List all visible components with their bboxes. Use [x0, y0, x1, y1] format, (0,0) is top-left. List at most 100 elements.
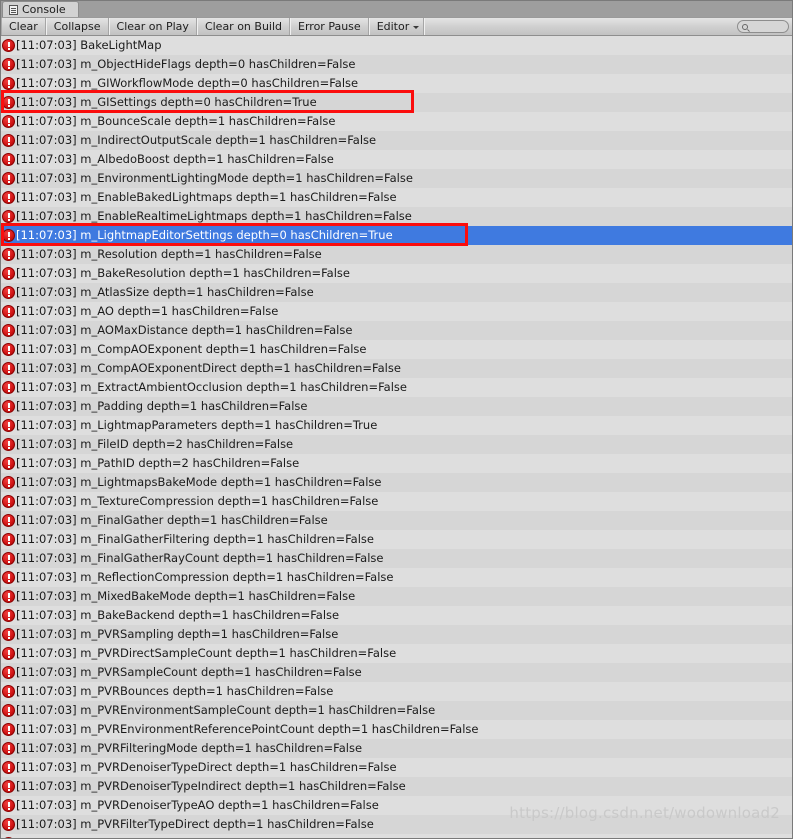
log-entry-text: [11:07:03] m_PVRDirectSampleCount depth=…: [16, 646, 397, 660]
log-entry[interactable]: [11:07:03] m_AtlasSize depth=1 hasChildr…: [1, 283, 792, 302]
log-entry-text: [11:07:03] m_PVREnvironmentReferencePoin…: [16, 722, 479, 736]
log-entry[interactable]: [11:07:03] m_BakeBackend depth=1 hasChil…: [1, 606, 792, 625]
log-entry[interactable]: [11:07:03] m_PVRFilteringMode depth=1 ha…: [1, 739, 792, 758]
error-icon: [2, 323, 15, 337]
log-entry[interactable]: [11:07:03] m_FinalGatherRayCount depth=1…: [1, 549, 792, 568]
log-entry[interactable]: [11:07:03] m_LightmapEditorSettings dept…: [1, 226, 792, 245]
log-entry[interactable]: [11:07:03] m_PVRDenoiserTypeIndirect dep…: [1, 777, 792, 796]
log-entry[interactable]: [11:07:03] m_PVRDirectSampleCount depth=…: [1, 644, 792, 663]
log-entry[interactable]: [11:07:03] m_EnableRealtimeLightmaps dep…: [1, 207, 792, 226]
log-entry[interactable]: [11:07:03] m_TextureCompression depth=1 …: [1, 492, 792, 511]
log-entry[interactable]: [11:07:03] m_BounceScale depth=1 hasChil…: [1, 112, 792, 131]
log-entry[interactable]: [11:07:03] m_LightmapParameters depth=1 …: [1, 416, 792, 435]
log-entry[interactable]: [11:07:03] m_FinalGatherFiltering depth=…: [1, 530, 792, 549]
log-entry[interactable]: [11:07:03] m_ExtractAmbientOcclusion dep…: [1, 378, 792, 397]
log-entry[interactable]: [11:07:03] m_EnableBakedLightmaps depth=…: [1, 188, 792, 207]
log-entry-text: [11:07:03] m_MixedBakeMode depth=1 hasCh…: [16, 589, 356, 603]
log-entry[interactable]: [11:07:03] m_EnvironmentLightingMode dep…: [1, 169, 792, 188]
clear-button[interactable]: Clear: [1, 18, 46, 35]
error-icon: [2, 836, 15, 838]
log-entry-text: [11:07:03] m_Resolution depth=1 hasChild…: [16, 247, 322, 261]
log-entry-text: [11:07:03] m_FinalGatherFiltering depth=…: [16, 532, 374, 546]
console-toolbar: Clear Collapse Clear on Play Clear on Bu…: [1, 17, 792, 36]
error-icon: [2, 722, 15, 736]
error-icon: [2, 380, 15, 394]
error-icon: [2, 627, 15, 641]
log-entry-text: [11:07:03] m_PVRBounces depth=1 hasChild…: [16, 684, 334, 698]
log-entry-text: [11:07:03] m_PVRSampleCount depth=1 hasC…: [16, 665, 362, 679]
clear-on-build-button[interactable]: Clear on Build: [196, 18, 291, 35]
log-entry[interactable]: [11:07:03] m_AOMaxDistance depth=1 hasCh…: [1, 321, 792, 340]
log-entry-text: [11:07:03] m_FinalGather depth=1 hasChil…: [16, 513, 328, 527]
error-icon: [2, 760, 15, 774]
log-entry[interactable]: [11:07:03] m_PVRBounces depth=1 hasChild…: [1, 682, 792, 701]
log-entry-text: [11:07:03] m_AtlasSize depth=1 hasChildr…: [16, 285, 314, 299]
log-entry[interactable]: [11:07:03] m_ObjectHideFlags depth=0 has…: [1, 55, 792, 74]
log-entry-text: [11:07:03] m_PVRSampling depth=1 hasChil…: [16, 627, 339, 641]
log-entry-text: [11:07:03] m_AOMaxDistance depth=1 hasCh…: [16, 323, 353, 337]
error-icon: [2, 456, 15, 470]
error-pause-button[interactable]: Error Pause: [290, 18, 369, 35]
log-entry-text: [11:07:03] m_PathID depth=2 hasChildren=…: [16, 456, 300, 470]
log-entry-text: [11:07:03] m_EnableBakedLightmaps depth=…: [16, 190, 397, 204]
log-entry[interactable]: [11:07:03] m_MixedBakeMode depth=1 hasCh…: [1, 587, 792, 606]
log-entry[interactable]: [11:07:03] m_PVREnvironmentReferencePoin…: [1, 720, 792, 739]
log-entry[interactable]: [11:07:03] m_BakeResolution depth=1 hasC…: [1, 264, 792, 283]
error-icon: [2, 57, 15, 71]
log-entry-text: [11:07:03] m_PVRDenoiserTypeDirect depth…: [16, 760, 397, 774]
collapse-button[interactable]: Collapse: [45, 18, 109, 35]
log-entry[interactable]: [11:07:03] BakeLightMap: [1, 36, 792, 55]
console-icon: [9, 4, 18, 15]
error-icon: [2, 38, 15, 52]
watermark: https://blog.csdn.net/wodownload2: [509, 804, 780, 822]
search-icon: [742, 23, 748, 30]
log-entry-text: [11:07:03] m_TextureCompression depth=1 …: [16, 494, 379, 508]
log-entry[interactable]: [11:07:03] m_PVREnvironmentSampleCount d…: [1, 701, 792, 720]
error-icon: [2, 513, 15, 527]
log-entry[interactable]: [11:07:03] m_Resolution depth=1 hasChild…: [1, 245, 792, 264]
log-entry-text: [11:07:03] m_GISettings depth=0 hasChild…: [16, 95, 317, 109]
log-entry[interactable]: [11:07:03] m_PVRDenoiserTypeDirect depth…: [1, 758, 792, 777]
error-icon: [2, 741, 15, 755]
error-icon: [2, 494, 15, 508]
error-icon: [2, 779, 15, 793]
error-icon: [2, 532, 15, 546]
error-icon: [2, 76, 15, 90]
log-entry-text: [11:07:03] m_IndirectOutputScale depth=1…: [16, 133, 377, 147]
log-entry[interactable]: [11:07:03] m_PVRFilterTypeIndirect depth…: [1, 834, 792, 838]
tab-console[interactable]: Console: [2, 1, 79, 17]
log-entry[interactable]: [11:07:03] m_Padding depth=1 hasChildren…: [1, 397, 792, 416]
log-entry[interactable]: [11:07:03] m_LightmapsBakeMode depth=1 h…: [1, 473, 792, 492]
log-entry[interactable]: [11:07:03] m_CompAOExponent depth=1 hasC…: [1, 340, 792, 359]
log-entry[interactable]: [11:07:03] m_AO depth=1 hasChildren=Fals…: [1, 302, 792, 321]
log-entry[interactable]: [11:07:03] m_GIWorkflowMode depth=0 hasC…: [1, 74, 792, 93]
log-entry[interactable]: [11:07:03] m_FinalGather depth=1 hasChil…: [1, 511, 792, 530]
log-entry-text: [11:07:03] m_PVREnvironmentSampleCount d…: [16, 703, 436, 717]
log-entry[interactable]: [11:07:03] m_GISettings depth=0 hasChild…: [1, 93, 792, 112]
search-area: [737, 18, 792, 35]
log-entry[interactable]: [11:07:03] m_CompAOExponentDirect depth=…: [1, 359, 792, 378]
search-input[interactable]: [748, 21, 782, 32]
log-entry[interactable]: [11:07:03] m_PVRSampleCount depth=1 hasC…: [1, 663, 792, 682]
log-entry[interactable]: [11:07:03] m_PathID depth=2 hasChildren=…: [1, 454, 792, 473]
editor-dropdown-button[interactable]: Editor: [368, 18, 425, 35]
error-icon: [2, 646, 15, 660]
search-box[interactable]: [737, 20, 789, 33]
log-entry[interactable]: [11:07:03] m_ReflectionCompression depth…: [1, 568, 792, 587]
log-entry[interactable]: [11:07:03] m_IndirectOutputScale depth=1…: [1, 131, 792, 150]
log-entry-text: [11:07:03] m_FinalGatherRayCount depth=1…: [16, 551, 384, 565]
error-icon: [2, 133, 15, 147]
clear-on-play-button[interactable]: Clear on Play: [108, 18, 197, 35]
log-entry[interactable]: [11:07:03] m_PVRSampling depth=1 hasChil…: [1, 625, 792, 644]
log-entry-text: [11:07:03] m_LightmapEditorSettings dept…: [16, 228, 393, 242]
console-log-list[interactable]: [11:07:03] BakeLightMap [11:07:03] m_Obje…: [1, 36, 792, 838]
log-entry-text: [11:07:03] m_LightmapParameters depth=1 …: [16, 418, 378, 432]
log-entry-text: [11:07:03] m_ObjectHideFlags depth=0 has…: [16, 57, 356, 71]
error-icon: [2, 608, 15, 622]
log-entry[interactable]: [11:07:03] m_AlbedoBoost depth=1 hasChil…: [1, 150, 792, 169]
log-entry-text: [11:07:03] m_PVRFilterTypeDirect depth=1…: [16, 817, 374, 831]
log-entry[interactable]: [11:07:03] m_FileID depth=2 hasChildren=…: [1, 435, 792, 454]
log-entry-text: [11:07:03] m_PVRDenoiserTypeAO depth=1 h…: [16, 798, 379, 812]
error-icon: [2, 418, 15, 432]
log-entry-text: [11:07:03] BakeLightMap: [16, 38, 162, 52]
